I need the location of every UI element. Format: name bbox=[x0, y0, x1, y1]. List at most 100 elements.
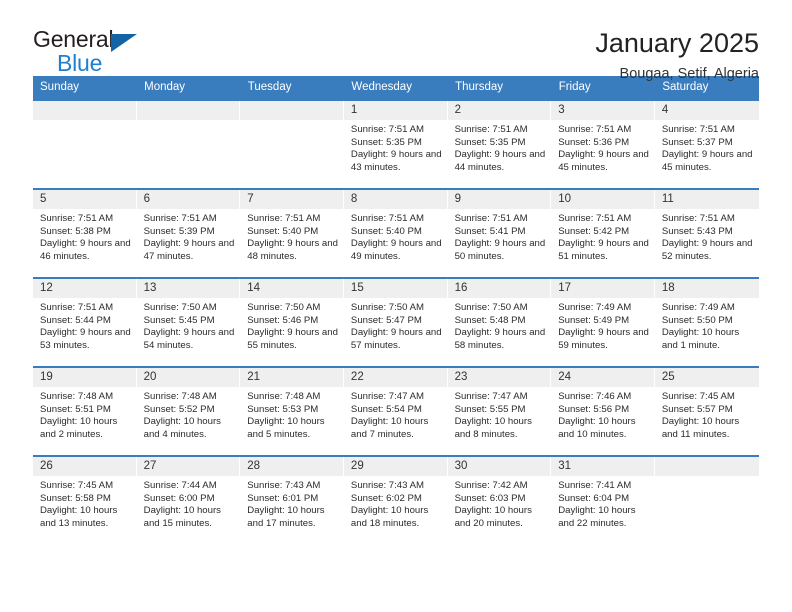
day-number: 15 bbox=[343, 279, 448, 298]
day-details: Sunrise: 7:41 AM Sunset: 6:04 PM Daylight:… bbox=[551, 476, 655, 530]
day-details: Sunrise: 7:44 AM Sunset: 6:00 PM Daylight:… bbox=[137, 476, 241, 530]
calendar-day-cell[interactable]: 16 Sunrise: 7:50 AM Sunset: 5:48 PM Dayligh… bbox=[447, 277, 552, 367]
calendar-day-cell[interactable]: 15 Sunrise: 7:50 AM Sunset: 5:47 PM Dayligh… bbox=[343, 277, 448, 367]
calendar-day-cell[interactable]: 30 Sunrise: 7:42 AM Sunset: 6:03 PM Dayligh… bbox=[447, 455, 552, 545]
daylight-text: Daylight: 9 hours and 55 minutes. bbox=[247, 327, 338, 351]
calendar-day-cell[interactable]: 23 Sunrise: 7:47 AM Sunset: 5:55 PM Dayligh… bbox=[447, 366, 552, 456]
calendar-day-cell[interactable]: 12 Sunrise: 7:51 AM Sunset: 5:44 PM Dayligh… bbox=[33, 277, 137, 367]
calendar-day-cell[interactable]: 1 Sunrise: 7:51 AM Sunset: 5:35 PM Daylight… bbox=[343, 99, 448, 189]
calendar-table: Sunday Monday Tuesday Wednesday Thursday… bbox=[33, 76, 759, 545]
calendar-day-cell[interactable]: 6 Sunrise: 7:51 AM Sunset: 5:39 PM Daylight… bbox=[136, 188, 241, 278]
calendar-week-row: 5 Sunrise: 7:51 AM Sunset: 5:38 PM Daylight… bbox=[33, 188, 759, 278]
sunrise-text: Sunrise: 7:50 AM bbox=[350, 302, 424, 313]
sunset-text: Sunset: 5:40 PM bbox=[247, 225, 319, 237]
day-number: 30 bbox=[447, 457, 552, 476]
calendar-day-cell[interactable]: 18 Sunrise: 7:49 AM Sunset: 5:50 PM Dayligh… bbox=[654, 277, 759, 367]
calendar-day-cell[interactable]: 24 Sunrise: 7:46 AM Sunset: 5:56 PM Dayligh… bbox=[551, 366, 655, 456]
calendar-day-cell[interactable]: 25 Sunrise: 7:45 AM Sunset: 5:57 PM Dayligh… bbox=[654, 366, 759, 456]
sunset-text: Sunset: 5:52 PM bbox=[143, 403, 215, 415]
sunrise-text: Sunrise: 7:49 AM bbox=[558, 302, 632, 313]
calendar-day-cell[interactable]: 20 Sunrise: 7:48 AM Sunset: 5:52 PM Dayligh… bbox=[136, 366, 241, 456]
sunrise-text: Sunrise: 7:48 AM bbox=[247, 391, 321, 402]
calendar-day-cell[interactable]: 21 Sunrise: 7:48 AM Sunset: 5:53 PM Dayligh… bbox=[240, 366, 344, 456]
sunset-text: Sunset: 5:51 PM bbox=[40, 403, 111, 415]
day-details: Sunrise: 7:47 AM Sunset: 5:54 PM Daylight:… bbox=[344, 387, 448, 441]
sunset-text: Sunset: 6:01 PM bbox=[247, 492, 319, 504]
calendar-day-cell[interactable]: 2 Sunrise: 7:51 AM Sunset: 5:35 PM Daylight… bbox=[447, 99, 552, 189]
day-number: 31 bbox=[551, 457, 655, 476]
sunrise-text: Sunrise: 7:43 AM bbox=[247, 480, 321, 491]
day-number: 9 bbox=[447, 190, 552, 209]
calendar-day-cell[interactable]: 27 Sunrise: 7:44 AM Sunset: 6:00 PM Dayligh… bbox=[136, 455, 241, 545]
calendar-day-cell[interactable]: 7 Sunrise: 7:51 AM Sunset: 5:40 PM Daylight… bbox=[240, 188, 344, 278]
calendar-day-cell[interactable]: 31 Sunrise: 7:41 AM Sunset: 6:04 PM Dayligh… bbox=[551, 455, 655, 545]
day-details: Sunrise: 7:51 AM Sunset: 5:44 PM Daylight:… bbox=[33, 298, 137, 352]
day-details: Sunrise: 7:46 AM Sunset: 5:56 PM Daylight:… bbox=[551, 387, 655, 441]
sunrise-text: Sunrise: 7:46 AM bbox=[558, 391, 632, 402]
calendar-week-row: 1 Sunrise: 7:51 AM Sunset: 5:35 PM Daylight… bbox=[33, 99, 759, 189]
calendar-day-cell[interactable]: 26 Sunrise: 7:45 AM Sunset: 5:58 PM Dayligh… bbox=[33, 455, 137, 545]
brand-name-general: General bbox=[33, 26, 114, 52]
sunrise-text: Sunrise: 7:48 AM bbox=[143, 391, 217, 402]
day-details: Sunrise: 7:50 AM Sunset: 5:48 PM Daylight:… bbox=[448, 298, 552, 352]
day-details: Sunrise: 7:45 AM Sunset: 5:57 PM Daylight:… bbox=[655, 387, 759, 441]
calendar-day-cell[interactable]: 9 Sunrise: 7:51 AM Sunset: 5:41 PM Daylight… bbox=[447, 188, 552, 278]
sunset-text: Sunset: 6:04 PM bbox=[558, 492, 630, 504]
calendar-day-cell[interactable]: 11 Sunrise: 7:51 AM Sunset: 5:43 PM Dayligh… bbox=[654, 188, 759, 278]
calendar-day-cell[interactable]: 28 Sunrise: 7:43 AM Sunset: 6:01 PM Dayligh… bbox=[240, 455, 344, 545]
sunrise-text: Sunrise: 7:50 AM bbox=[247, 302, 321, 313]
sunset-text: Sunset: 6:02 PM bbox=[350, 492, 422, 504]
day-details: Sunrise: 7:48 AM Sunset: 5:51 PM Daylight:… bbox=[33, 387, 137, 441]
sunset-text: Sunset: 5:37 PM bbox=[661, 136, 733, 148]
daylight-text: Daylight: 10 hours and 10 minutes. bbox=[558, 416, 636, 440]
day-number: 4 bbox=[654, 101, 759, 120]
day-details: Sunrise: 7:50 AM Sunset: 5:45 PM Daylight:… bbox=[137, 298, 241, 352]
calendar-day-cell[interactable]: 8 Sunrise: 7:51 AM Sunset: 5:40 PM Daylight… bbox=[343, 188, 448, 278]
calendar-day-cell[interactable]: 17 Sunrise: 7:49 AM Sunset: 5:49 PM Dayligh… bbox=[551, 277, 655, 367]
calendar-day-cell[interactable]: 10 Sunrise: 7:51 AM Sunset: 5:42 PM Dayligh… bbox=[551, 188, 655, 278]
sunrise-text: Sunrise: 7:51 AM bbox=[350, 124, 424, 135]
weekday-header-wednesday: Wednesday bbox=[343, 76, 449, 100]
daylight-text: Daylight: 9 hours and 57 minutes. bbox=[350, 327, 442, 351]
day-number bbox=[654, 457, 759, 476]
calendar-day-cell[interactable]: 3 Sunrise: 7:51 AM Sunset: 5:36 PM Daylight… bbox=[551, 99, 655, 189]
day-details: Sunrise: 7:51 AM Sunset: 5:35 PM Daylight:… bbox=[448, 120, 552, 174]
daylight-text: Daylight: 10 hours and 20 minutes. bbox=[454, 505, 532, 529]
calendar-day-cell[interactable]: 14 Sunrise: 7:50 AM Sunset: 5:46 PM Dayligh… bbox=[240, 277, 344, 367]
calendar-day-cell[interactable]: 19 Sunrise: 7:48 AM Sunset: 5:51 PM Dayligh… bbox=[33, 366, 137, 456]
daylight-text: Daylight: 9 hours and 49 minutes. bbox=[350, 238, 442, 262]
calendar-day-cell[interactable]: 22 Sunrise: 7:47 AM Sunset: 5:54 PM Dayligh… bbox=[343, 366, 448, 456]
calendar-day-cell[interactable]: 4 Sunrise: 7:51 AM Sunset: 5:37 PM Daylight… bbox=[654, 99, 759, 189]
day-number: 21 bbox=[240, 368, 344, 387]
day-number: 1 bbox=[343, 101, 448, 120]
sunset-text: Sunset: 6:03 PM bbox=[454, 492, 526, 504]
calendar-day-cell[interactable]: 13 Sunrise: 7:50 AM Sunset: 5:45 PM Dayligh… bbox=[136, 277, 241, 367]
day-number: 29 bbox=[343, 457, 448, 476]
day-details: Sunrise: 7:50 AM Sunset: 5:47 PM Daylight:… bbox=[344, 298, 448, 352]
sunset-text: Sunset: 6:00 PM bbox=[143, 492, 215, 504]
day-number: 2 bbox=[447, 101, 552, 120]
day-number: 26 bbox=[33, 457, 137, 476]
sunset-text: Sunset: 5:50 PM bbox=[661, 314, 733, 326]
calendar-day-cell-empty bbox=[240, 99, 344, 189]
sunset-text: Sunset: 5:35 PM bbox=[350, 136, 422, 148]
calendar-day-cell[interactable]: 29 Sunrise: 7:43 AM Sunset: 6:02 PM Dayligh… bbox=[343, 455, 448, 545]
day-number: 22 bbox=[343, 368, 448, 387]
daylight-text: Daylight: 9 hours and 59 minutes. bbox=[558, 327, 649, 351]
daylight-text: Daylight: 10 hours and 2 minutes. bbox=[40, 416, 118, 440]
sunset-text: Sunset: 5:47 PM bbox=[350, 314, 422, 326]
calendar-week-row: 26 Sunrise: 7:45 AM Sunset: 5:58 PM Dayligh… bbox=[33, 455, 759, 545]
daylight-text: Daylight: 10 hours and 7 minutes. bbox=[350, 416, 429, 440]
day-number bbox=[33, 101, 137, 120]
calendar-day-cell[interactable]: 5 Sunrise: 7:51 AM Sunset: 5:38 PM Daylight… bbox=[33, 188, 137, 278]
calendar-body: 1 Sunrise: 7:51 AM Sunset: 5:35 PM Daylight… bbox=[33, 99, 759, 545]
brand-logo[interactable]: General Blue bbox=[33, 28, 153, 82]
day-number: 19 bbox=[33, 368, 137, 387]
day-details: Sunrise: 7:43 AM Sunset: 6:02 PM Daylight:… bbox=[344, 476, 448, 530]
daylight-text: Daylight: 9 hours and 53 minutes. bbox=[40, 327, 131, 351]
day-number: 17 bbox=[551, 279, 655, 298]
day-number: 5 bbox=[33, 190, 137, 209]
day-number: 27 bbox=[136, 457, 241, 476]
sunrise-text: Sunrise: 7:51 AM bbox=[661, 124, 735, 135]
day-details: Sunrise: 7:51 AM Sunset: 5:37 PM Daylight:… bbox=[655, 120, 759, 174]
